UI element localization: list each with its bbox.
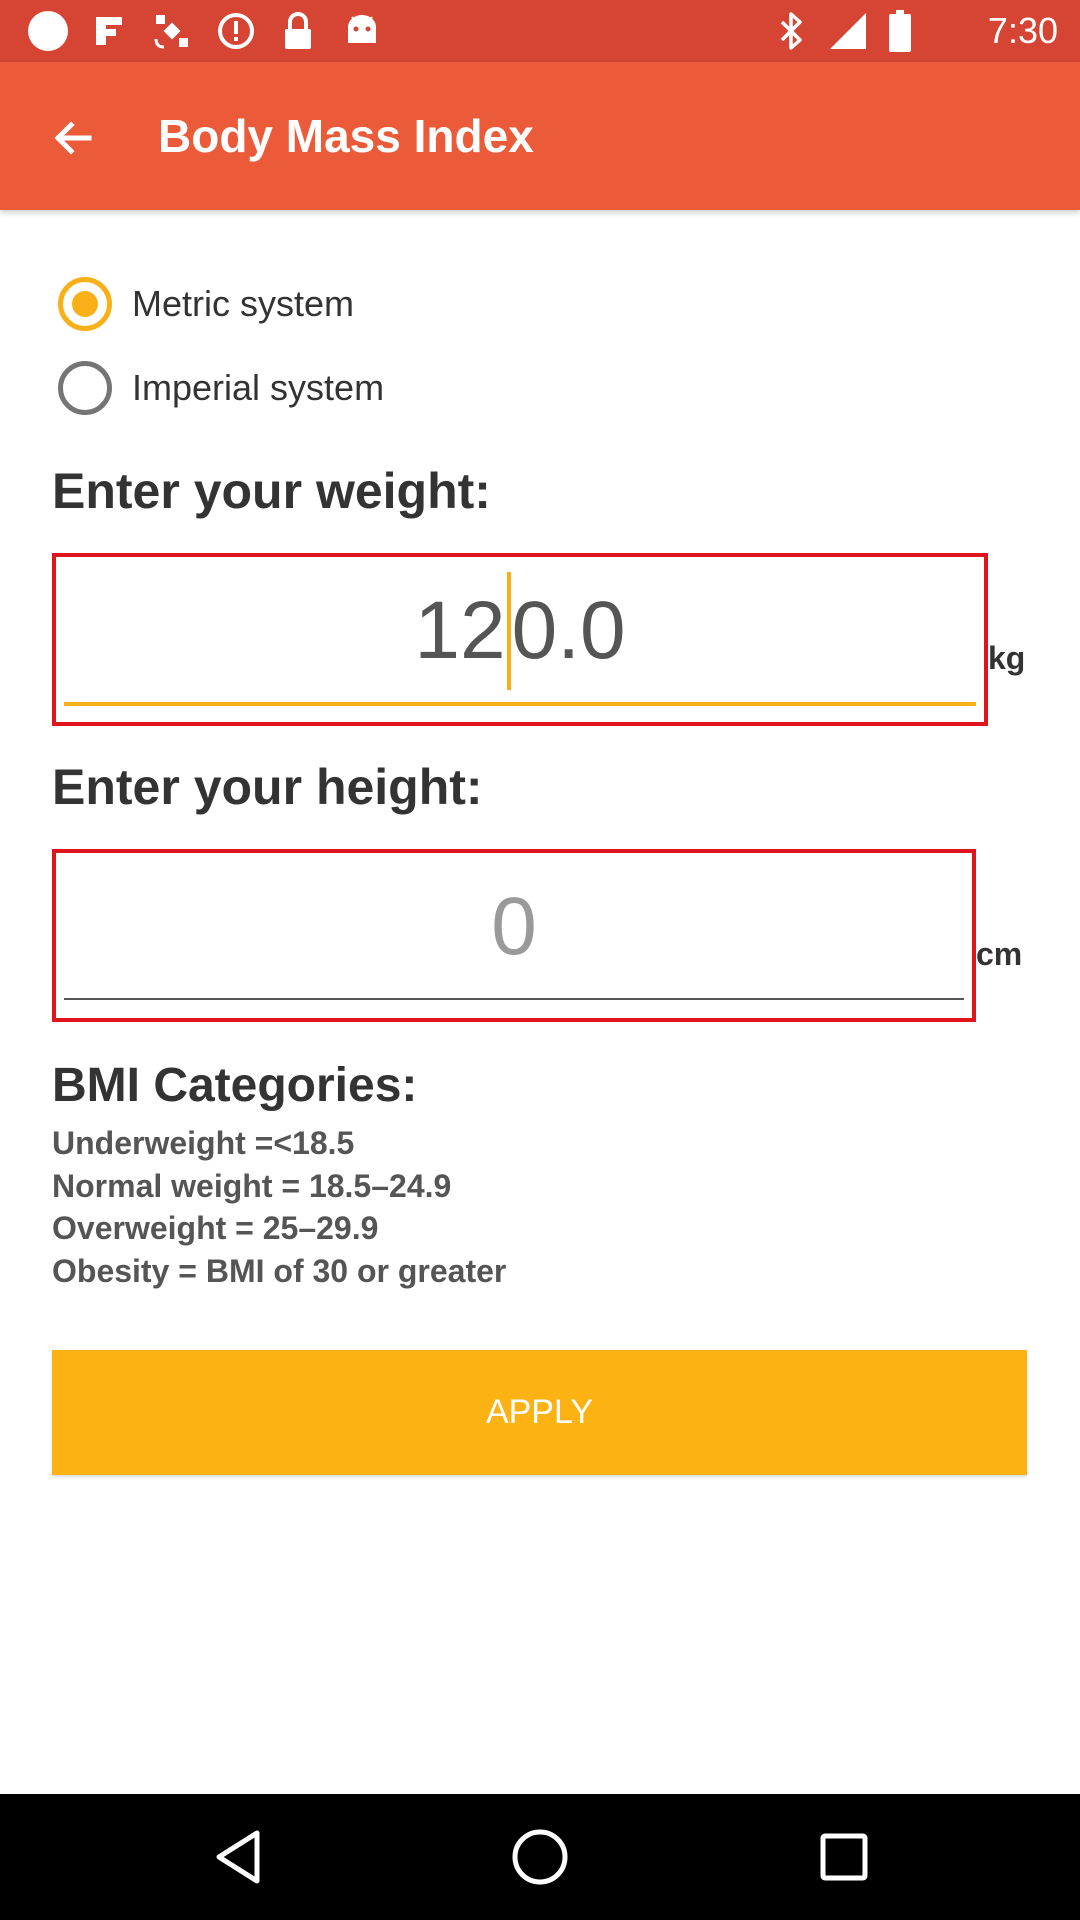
lock-icon — [276, 0, 320, 62]
radio-metric-system[interactable]: Metric system — [58, 268, 354, 340]
battery-icon — [880, 0, 920, 62]
radio-label: Imperial system — [132, 367, 385, 408]
radio-unchecked-icon[interactable] — [58, 361, 112, 415]
app-bar: Body Mass Index — [0, 62, 1080, 210]
arrow-back-icon[interactable] — [36, 101, 110, 175]
weight-field-underline — [64, 702, 976, 706]
weight-value[interactable]: 12 0.0 — [64, 557, 976, 704]
back-triangle-icon[interactable] — [190, 1812, 286, 1902]
radio-imperial-system[interactable]: Imperial system — [58, 352, 384, 424]
status-time: 7:30 — [987, 10, 1058, 51]
height-field[interactable]: 0 — [52, 849, 976, 1022]
satellite-icon — [150, 0, 194, 62]
height-value[interactable]: 0 — [64, 853, 964, 1000]
height-heading: Enter your height: — [52, 759, 483, 815]
height-field-underline — [64, 998, 964, 1000]
signal-icon — [826, 0, 870, 62]
fake-gps-icon — [88, 0, 132, 62]
status-bar: 7:30 — [0, 0, 1080, 62]
bluetooth-icon — [772, 0, 812, 62]
category-line: Overweight = 25–29.9 — [52, 1210, 379, 1246]
circle-icon — [22, 0, 74, 62]
weight-unit: kg — [988, 640, 1026, 676]
weight-field[interactable]: 12 0.0 — [52, 553, 988, 726]
category-line: Obesity = BMI of 30 or greater — [52, 1253, 507, 1289]
apply-button[interactable]: APPLY — [52, 1350, 1027, 1475]
height-unit: cm — [976, 936, 1023, 972]
android-icon — [338, 0, 386, 62]
weight-heading: Enter your weight: — [52, 463, 491, 519]
home-circle-icon[interactable] — [492, 1812, 588, 1902]
text-caret — [506, 571, 511, 690]
alert-circle-icon — [214, 0, 258, 62]
category-line: Underweight =<18.5 — [52, 1125, 355, 1161]
category-line: Normal weight = 18.5–24.9 — [52, 1168, 452, 1204]
categories-title: BMI Categories: — [52, 1059, 418, 1112]
radio-checked-icon[interactable] — [58, 277, 112, 331]
navigation-bar — [0, 1794, 1080, 1920]
page-title: Body Mass Index — [158, 110, 534, 162]
radio-label: Metric system — [132, 283, 355, 324]
recents-square-icon[interactable] — [796, 1812, 892, 1902]
